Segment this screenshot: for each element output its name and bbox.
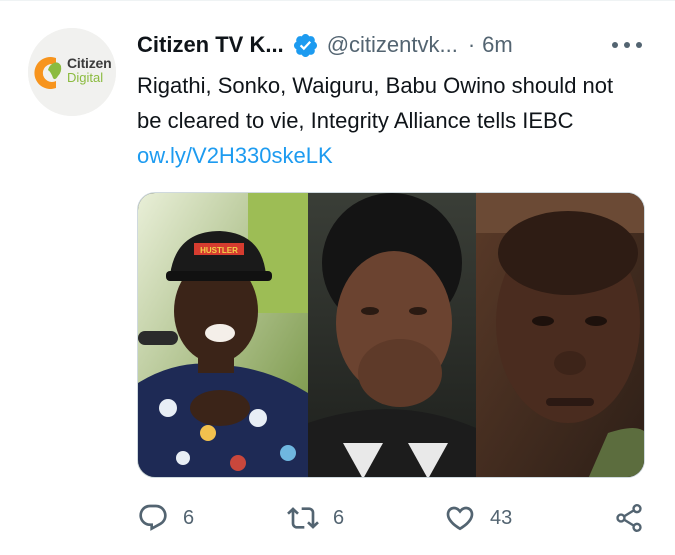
tweet-media[interactable]: HUSTLER — [137, 192, 645, 478]
more-dot — [612, 42, 618, 48]
share-icon — [613, 502, 645, 534]
tweet-link[interactable]: ow.ly/V2H330skeLK — [137, 143, 333, 168]
photo-left: HUSTLER — [138, 193, 308, 477]
share-button[interactable] — [613, 502, 645, 534]
logo-wordmark: Citizen Digital — [67, 56, 112, 84]
logo-line2: Digital — [67, 70, 104, 85]
retweet-icon — [287, 502, 319, 534]
heart-icon — [444, 502, 476, 534]
like-count: 43 — [490, 506, 513, 529]
verified-badge-icon — [292, 32, 319, 59]
more-options-icon[interactable] — [612, 36, 642, 54]
retweet-count: 6 — [333, 506, 345, 529]
tweet-header: Citizen TV K... @citizentvk... · 6m — [137, 30, 513, 60]
author-name[interactable]: Citizen TV K... — [137, 32, 284, 58]
top-divider — [0, 0, 675, 1]
tweet-body: Rigathi, Sonko, Waiguru, Babu Owino shou… — [137, 73, 614, 133]
more-dot — [636, 42, 642, 48]
header-separator: · — [467, 32, 476, 57]
author-avatar[interactable]: Citizen Digital — [28, 28, 116, 116]
logo-line1: Citizen — [67, 55, 112, 71]
author-handle[interactable]: @citizentvk... — [327, 32, 458, 58]
tweet-text: Rigathi, Sonko, Waiguru, Babu Owino shou… — [137, 68, 637, 173]
reply-button[interactable]: 6 — [137, 502, 194, 534]
cap-text: HUSTLER — [200, 246, 238, 255]
retweet-button[interactable]: 6 — [287, 502, 344, 534]
reply-icon — [137, 502, 169, 534]
tweet-actions: 6 6 43 — [137, 502, 647, 534]
reply-count: 6 — [183, 506, 195, 529]
tweet-timestamp[interactable]: 6m — [482, 32, 513, 58]
photo-right — [476, 193, 644, 477]
media-collage: HUSTLER — [138, 193, 644, 477]
photo-middle — [308, 193, 476, 477]
like-button[interactable]: 43 — [444, 502, 512, 534]
more-dot — [624, 42, 630, 48]
